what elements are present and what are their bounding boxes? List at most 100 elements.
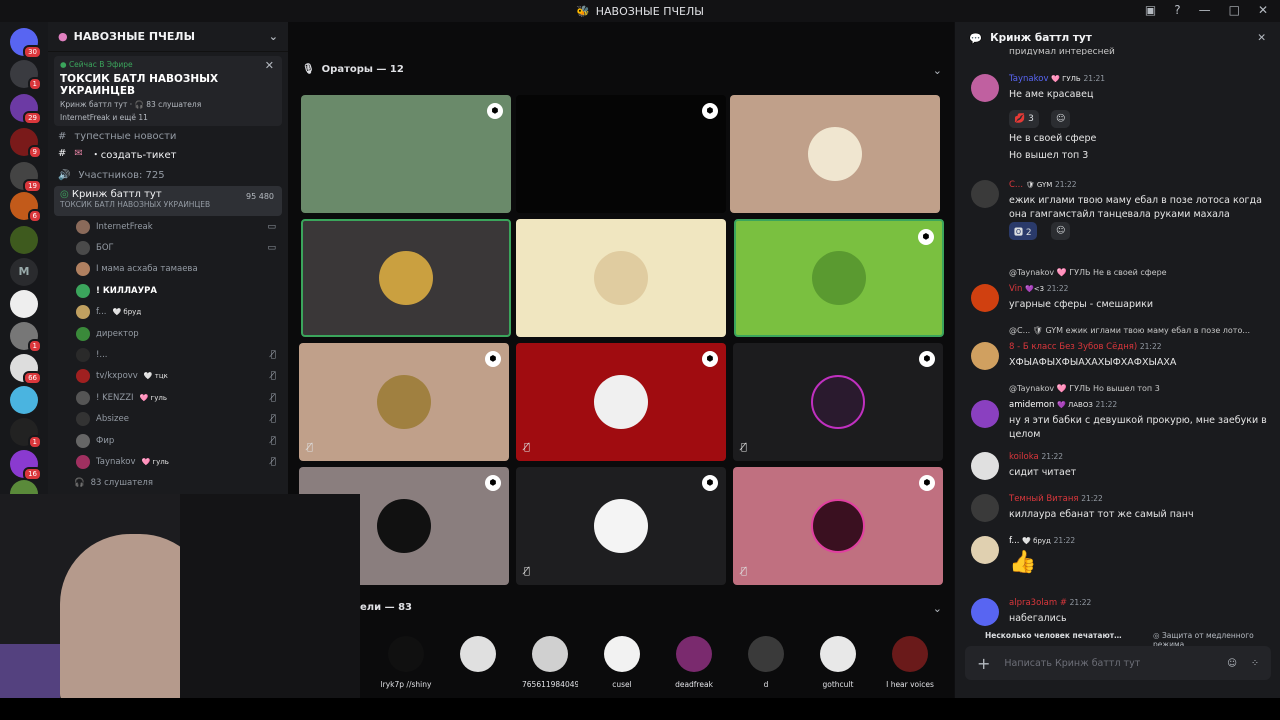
avatar xyxy=(971,536,999,564)
server-icon[interactable]: 19 xyxy=(10,162,42,193)
speaker-tile[interactable]: ⬢ 🎙̸ xyxy=(733,343,943,461)
author-name[interactable]: Taynakov xyxy=(1009,74,1048,84)
voice-user[interactable]: ! КИЛЛАУРА xyxy=(48,280,288,301)
voice-user[interactable]: Absizee 🎙̸ xyxy=(48,409,288,430)
author-name[interactable]: alpra3olam # xyxy=(1009,598,1067,608)
message-input[interactable]: Написать Кринж баттл тут xyxy=(1004,658,1213,669)
inbox-icon[interactable]: ▣ xyxy=(1145,3,1156,17)
close-icon[interactable]: ✕ xyxy=(265,59,274,72)
server-icon[interactable]: 9 xyxy=(10,128,42,159)
server-icon[interactable]: M xyxy=(10,258,38,286)
listener[interactable]: d xyxy=(738,636,794,689)
author-name[interactable]: C... xyxy=(1009,180,1023,190)
server-header[interactable]: ● НАВОЗНЫЕ ПЧЕЛЫ ⌄ xyxy=(48,22,288,52)
avatar xyxy=(971,74,999,102)
speaker-tile[interactable]: ⬢ 🎙̸ xyxy=(516,343,726,461)
listener[interactable]: I hear voices xyxy=(882,636,938,689)
plus-icon[interactable]: + xyxy=(977,654,990,673)
mail-icon: ✉ xyxy=(74,147,83,159)
reply-preview: @Taynakov 🩷 ГУЛЬ Но вышел топ 3 xyxy=(1009,384,1160,393)
listener[interactable]: lryk7p //shiny xyxy=(378,636,434,689)
voice-user[interactable]: !... 🎙̸ xyxy=(48,344,288,365)
chevron-down-icon[interactable]: ⌄ xyxy=(933,64,942,77)
role-tag: 🤍 бруд xyxy=(112,308,142,317)
voice-user[interactable]: tv/kxpovv 🤍 тцк 🎙̸ xyxy=(48,366,288,387)
voice-user[interactable]: Фир 🎙̸ xyxy=(48,430,288,451)
voice-user[interactable]: Taynakov 🩷 гуль 🎙̸ xyxy=(48,451,288,472)
server-icon[interactable]: 6 xyxy=(10,192,42,223)
server-icon[interactable]: 16 xyxy=(10,450,42,481)
live-stage-card[interactable]: ● Сейчас В Эфире ✕ ТОКСИК БАТЛ НАВОЗНЫХ … xyxy=(54,56,282,126)
avatar xyxy=(676,636,712,672)
speaker-tile[interactable]: ⬢ 🎙̸ xyxy=(299,343,509,461)
badge: 1 xyxy=(27,77,42,91)
add-reaction-button[interactable]: ☺ xyxy=(1051,110,1071,128)
speaker-tile[interactable] xyxy=(730,95,940,213)
message-text: киллаура ебанат тот же самый панч xyxy=(1009,509,1194,520)
listener[interactable]: cusel xyxy=(594,636,650,689)
role-tag: 💜<3 xyxy=(1025,285,1045,293)
channel-item[interactable]: # тупестные новости xyxy=(48,130,288,142)
role-tag: 🩷 гуль xyxy=(139,393,167,402)
server-icon[interactable]: 29 xyxy=(10,94,42,125)
voice-channel-name: Кринж баттл тут xyxy=(71,189,162,200)
speaker-tile[interactable]: ⬢ 🎙̸ xyxy=(733,467,943,585)
maximize-icon[interactable]: □ xyxy=(1229,3,1240,17)
server-icon[interactable] xyxy=(10,226,38,254)
listener-name: 765611984049... xyxy=(522,680,578,689)
close-icon[interactable]: ✕ xyxy=(1258,3,1268,17)
server-icon[interactable]: 30 xyxy=(10,28,42,59)
reaction[interactable]: 💋 3 xyxy=(1009,110,1039,128)
chevron-down-icon[interactable]: ⌄ xyxy=(933,602,942,615)
speaker-tile[interactable]: ⬢ xyxy=(301,95,511,213)
speaker-tile[interactable] xyxy=(301,219,511,337)
server-icon[interactable]: 1 xyxy=(10,418,42,449)
listeners-row[interactable]: 🎧 83 слушателя xyxy=(48,473,288,494)
server-icon[interactable] xyxy=(10,386,38,414)
avatar xyxy=(76,305,90,320)
voice-user[interactable]: f... 🤍 бруд xyxy=(48,302,288,323)
help-icon[interactable]: ? xyxy=(1174,3,1180,17)
voice-user[interactable]: I мама асхаба тамаева xyxy=(48,259,288,280)
voice-channel-active[interactable]: ◎ Кринж баттл тут ТОКСИК БАТЛ НАВОЗНЫХ У… xyxy=(54,186,282,216)
close-icon[interactable]: ✕ xyxy=(1257,32,1266,44)
title-bar: 🐝 НАВОЗНЫЕ ПЧЕЛЫ ▣ ? — □ ✕ xyxy=(0,0,1280,22)
channel-item[interactable]: 🔊 Участников: 725 xyxy=(48,164,288,186)
voice-channel-sub: ТОКСИК БАТЛ НАВОЗНЫХ УКРАИНЦЕВ xyxy=(60,200,211,209)
apps-icon[interactable]: ⁘ xyxy=(1251,658,1259,669)
channel-item[interactable]: # ✉ ・создать-тикет xyxy=(48,142,288,164)
voice-user[interactable]: ! KENZZI 🩷 гуль 🎙̸ xyxy=(48,387,288,408)
speaker-tile[interactable]: ⬢ 🎙̸ xyxy=(516,467,726,585)
author-name[interactable]: f... xyxy=(1009,536,1019,546)
speaker-tile[interactable] xyxy=(516,219,726,337)
listener[interactable]: deadfreak xyxy=(666,636,722,689)
author-name[interactable]: Темный Витаня xyxy=(1009,494,1079,504)
stage-moderator-icon: ⬢ xyxy=(485,351,501,367)
listener[interactable]: 765611984049... xyxy=(522,636,578,689)
reaction[interactable]: 🅾 2 xyxy=(1009,222,1037,240)
listener[interactable]: gothcult xyxy=(810,636,866,689)
server-icon[interactable]: 66 xyxy=(10,354,42,385)
author-name[interactable]: amidemon xyxy=(1009,400,1054,410)
voice-user[interactable]: InternetFreak ▭ xyxy=(48,216,288,237)
add-reaction-button[interactable]: ☺ xyxy=(1051,222,1071,240)
message-text: Не аме красавец xyxy=(1009,89,1094,100)
voice-user[interactable]: БОГ ▭ xyxy=(48,237,288,258)
server-icon[interactable] xyxy=(10,290,38,318)
author-name[interactable]: 8 - Б класс Без Зубов Сёдня) xyxy=(1009,342,1137,352)
voice-user[interactable]: директор xyxy=(48,323,288,344)
author-name[interactable]: Vin xyxy=(1009,284,1022,294)
message-composer[interactable]: + Написать Кринж баттл тут ☺ ⁘ xyxy=(965,646,1271,680)
window-title: НАВОЗНЫЕ ПЧЕЛЫ xyxy=(595,4,704,18)
server-icon[interactable]: 1 xyxy=(10,60,42,91)
emoji-icon[interactable]: ☺ xyxy=(1227,658,1237,669)
avatar xyxy=(971,342,999,370)
server-icon[interactable]: 1 xyxy=(10,322,42,353)
speaker-tile[interactable]: ⬢ xyxy=(734,219,944,337)
avatar xyxy=(594,375,648,429)
speaker-tile[interactable]: ⬢ xyxy=(516,95,726,213)
author-name[interactable]: koiloka xyxy=(1009,452,1039,462)
stage-users: InternetFreak и ещё 11 xyxy=(60,113,148,122)
listener[interactable] xyxy=(450,636,506,680)
minimize-icon[interactable]: — xyxy=(1199,3,1211,17)
